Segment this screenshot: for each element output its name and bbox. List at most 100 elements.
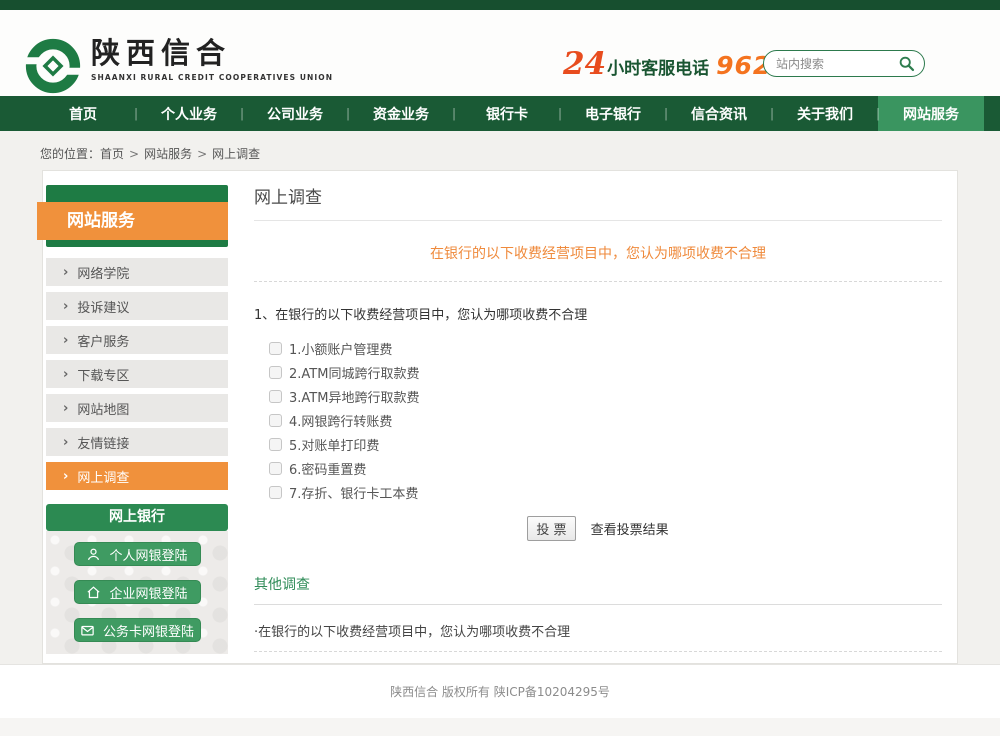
login-button-label: 个人网银登陆 (109, 545, 187, 564)
breadcrumb-separator: > (129, 147, 139, 161)
site-header: 陕西信合 SHAANXI RURAL CREDIT COOPERATIVES U… (0, 10, 1000, 96)
sidebar-item-label: 网络学院 (77, 263, 129, 282)
option-checkbox[interactable] (269, 462, 282, 475)
breadcrumb-separator: > (197, 147, 207, 161)
sidebar-title-ribbon: 网站服务 (37, 202, 228, 240)
survey-option-row[interactable]: 6.密码重置费 (269, 456, 942, 480)
official-card-ebank-login-button[interactable]: 公务卡网银登陆 (74, 618, 201, 642)
sidebar-item-customer-service[interactable]: › 客户服务 (46, 326, 228, 354)
personal-ebank-login-button[interactable]: 个人网银登陆 (74, 542, 201, 566)
online-banking-header[interactable]: 网上银行 (46, 504, 228, 531)
breadcrumb-home-link[interactable]: 首页 (100, 147, 124, 161)
sidebar-item-label: 下载专区 (77, 365, 129, 384)
nav-item-about-us[interactable]: 关于我们 (772, 96, 878, 131)
person-icon (86, 547, 101, 562)
survey-option-row[interactable]: 7.存折、银行卡工本费 (269, 480, 942, 504)
vote-button[interactable]: 投 票 (527, 516, 575, 541)
chevron-right-icon: › (63, 299, 68, 314)
main-nav: 首页 个人业务 公司业务 资金业务 银行卡 电子银行 信合资讯 关于我们 网站服… (0, 96, 1000, 131)
survey-option-row[interactable]: 2.ATM同城跨行取款费 (269, 360, 942, 384)
nav-item-e-banking[interactable]: 电子银行 (560, 96, 666, 131)
view-results-link[interactable]: 查看投票结果 (591, 523, 669, 538)
option-label: 5.对账单打印费 (289, 435, 379, 454)
chevron-right-icon: › (63, 401, 68, 416)
search-icon (898, 55, 915, 72)
survey-highlight-title: 在银行的以下收费经营项目中，您认为哪项收费不合理 (254, 243, 942, 263)
dashed-divider (254, 281, 942, 282)
corporate-ebank-login-button[interactable]: 企业网银登陆 (74, 580, 201, 604)
option-checkbox[interactable] (269, 366, 282, 379)
option-label: 6.密码重置费 (289, 459, 366, 478)
sidebar-item-downloads[interactable]: › 下载专区 (46, 360, 228, 388)
breadcrumb: 您的位置：首页 > 网站服务 > 网上调查 (40, 145, 260, 162)
option-checkbox[interactable] (269, 438, 282, 451)
chevron-right-icon: › (63, 265, 68, 280)
sidebar-item-label: 友情链接 (77, 433, 129, 452)
sidebar-item-label: 网上调查 (77, 467, 129, 486)
breadcrumb-prefix: 您的位置： (40, 147, 100, 161)
nav-item-funds-business[interactable]: 资金业务 (348, 96, 454, 131)
site-search (763, 50, 925, 77)
survey-options: 1.小额账户管理费 2.ATM同城跨行取款费 3.ATM异地跨行取款费 4.网银… (254, 336, 942, 504)
bottom-band (0, 718, 1000, 736)
page-body: 您的位置：首页 > 网站服务 > 网上调查 网站服务 › 网络学院 › 投诉建议 › 客… (0, 131, 1000, 664)
option-label: 7.存折、银行卡工本费 (289, 483, 418, 502)
search-button[interactable] (898, 55, 915, 72)
nav-item-site-services[interactable]: 网站服务 (878, 96, 984, 131)
home-icon (86, 585, 101, 600)
sidebar-item-label: 投诉建议 (77, 297, 129, 316)
option-checkbox[interactable] (269, 390, 282, 403)
option-checkbox[interactable] (269, 414, 282, 427)
sidebar-item-sitemap[interactable]: › 网站地图 (46, 394, 228, 422)
page-title: 网上调查 (254, 183, 942, 221)
sidebar-item-online-college[interactable]: › 网络学院 (46, 258, 228, 286)
nav-item-bank-card[interactable]: 银行卡 (454, 96, 560, 131)
nav-item-home[interactable]: 首页 (30, 96, 136, 131)
login-button-label: 企业网银登陆 (109, 583, 187, 602)
top-bar (0, 0, 1000, 10)
chevron-right-icon: › (63, 435, 68, 450)
chevron-right-icon: › (63, 367, 68, 382)
hotline-24: 24 (563, 46, 606, 82)
sidebar-item-complaints[interactable]: › 投诉建议 (46, 292, 228, 320)
survey-option-row[interactable]: 4.网银跨行转账费 (269, 408, 942, 432)
option-label: 3.ATM异地跨行取款费 (289, 387, 419, 406)
survey-content: 网上调查 在银行的以下收费经营项目中，您认为哪项收费不合理 1、在银行的以下收费… (254, 183, 942, 652)
envelope-icon (80, 623, 95, 638)
chevron-right-icon: › (63, 333, 68, 348)
breadcrumb-current: 网上调查 (212, 147, 260, 161)
vote-actions: 投 票 查看投票结果 (254, 516, 942, 541)
sidebar-item-friendly-links[interactable]: › 友情链接 (46, 428, 228, 456)
logo-emblem-icon (25, 38, 81, 94)
chevron-right-icon: › (63, 469, 68, 484)
nav-item-corporate-business[interactable]: 公司业务 (242, 96, 348, 131)
logo-text: 陕西信合 SHAANXI RURAL CREDIT COOPERATIVES U… (91, 38, 333, 82)
nav-item-personal-business[interactable]: 个人业务 (136, 96, 242, 131)
content-card: 网站服务 › 网络学院 › 投诉建议 › 客户服务 › 下载专区 (42, 170, 958, 664)
site-logo[interactable]: 陕西信合 SHAANXI RURAL CREDIT COOPERATIVES U… (25, 38, 333, 94)
online-banking-panel: 个人网银登陆 企业网银登陆 公务卡网银登陆 (46, 531, 228, 654)
other-survey-link[interactable]: ·在银行的以下收费经营项目中，您认为哪项收费不合理 (254, 621, 942, 652)
other-surveys-title: 其他调查 (254, 574, 942, 605)
logo-subtitle: SHAANXI RURAL CREDIT COOPERATIVES UNION (91, 73, 333, 82)
search-input[interactable] (776, 57, 898, 71)
option-checkbox[interactable] (269, 342, 282, 355)
option-label: 1.小额账户管理费 (289, 339, 392, 358)
login-button-label: 公务卡网银登陆 (103, 621, 194, 640)
copyright-text: 陕西信合 版权所有 陕ICP备10204295号 (390, 683, 610, 700)
survey-option-row[interactable]: 5.对账单打印费 (269, 432, 942, 456)
survey-option-row[interactable]: 1.小额账户管理费 (269, 336, 942, 360)
nav-item-news[interactable]: 信合资讯 (666, 96, 772, 131)
sidebar-menu: › 网络学院 › 投诉建议 › 客户服务 › 下载专区 › 网站地图 (46, 258, 228, 490)
survey-option-row[interactable]: 3.ATM异地跨行取款费 (269, 384, 942, 408)
option-label: 4.网银跨行转账费 (289, 411, 392, 430)
logo-title: 陕西信合 (91, 38, 333, 70)
hotline-label: 小时客服电话 (607, 54, 709, 79)
survey-question: 1、在银行的以下收费经营项目中，您认为哪项收费不合理 (254, 304, 942, 323)
sidebar: 网站服务 › 网络学院 › 投诉建议 › 客户服务 › 下载专区 (46, 185, 228, 654)
sidebar-item-label: 网站地图 (77, 399, 129, 418)
breadcrumb-services-link[interactable]: 网站服务 (144, 147, 192, 161)
sidebar-item-online-survey[interactable]: › 网上调查 (46, 462, 228, 490)
option-checkbox[interactable] (269, 486, 282, 499)
page-footer: 陕西信合 版权所有 陕ICP备10204295号 (0, 664, 1000, 718)
